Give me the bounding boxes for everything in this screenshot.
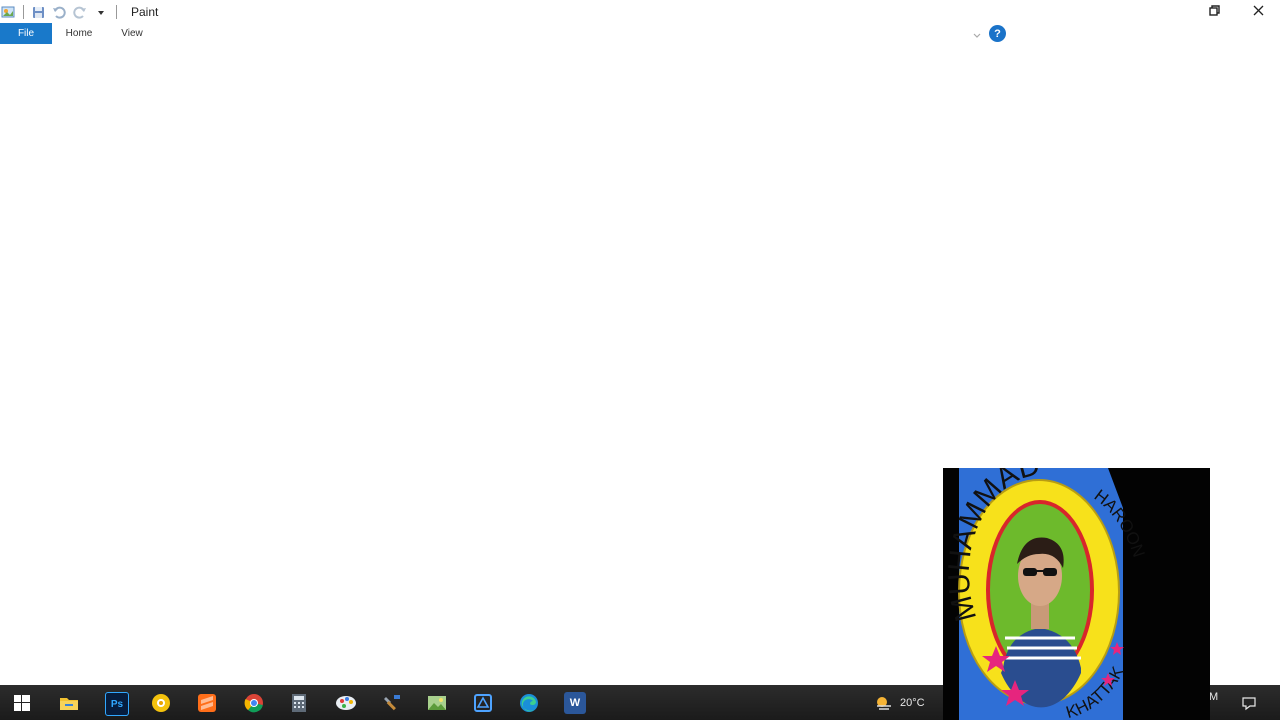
clock-partial: M <box>1209 690 1219 703</box>
weather-temperature: 20°C <box>900 696 925 709</box>
restore-button[interactable] <box>1192 0 1236 24</box>
title-separator <box>116 5 117 19</box>
ribbon: File Home View ? <box>0 23 1280 45</box>
calculator-icon[interactable] <box>288 692 310 714</box>
start-icon[interactable] <box>11 692 33 714</box>
image-viewer-icon[interactable] <box>426 692 448 714</box>
paint-app-icon[interactable] <box>0 4 16 20</box>
notification-icon[interactable] <box>1238 692 1260 714</box>
save-icon[interactable] <box>30 4 46 20</box>
minimize-ribbon-chevron-icon[interactable] <box>972 28 984 40</box>
screen: Paint File Home View ? Ps W 20°C M MUHAM… <box>0 0 1280 720</box>
weather-widget[interactable]: 20°C <box>874 685 925 720</box>
photoshop-icon[interactable]: Ps <box>105 692 129 716</box>
webcam-overlay: MUHAMMAD HAROON KHATTAK <box>943 468 1210 720</box>
tab-view[interactable]: View <box>112 23 152 44</box>
photoshop-label: Ps <box>110 698 124 710</box>
edge-icon[interactable] <box>518 692 540 714</box>
restore-icon <box>1208 3 1220 21</box>
chrome-icon[interactable] <box>243 692 265 714</box>
toolbar-separator <box>23 5 24 19</box>
word-icon[interactable]: W <box>564 692 586 714</box>
help-button[interactable]: ? <box>989 25 1006 42</box>
word-label: W <box>569 697 581 709</box>
tool-app-icon[interactable] <box>381 692 403 714</box>
window-title: Paint <box>131 5 159 19</box>
close-button[interactable] <box>1236 0 1280 24</box>
customize-dropdown-icon[interactable] <box>93 4 109 20</box>
window-controls <box>1192 0 1280 24</box>
close-icon <box>1253 3 1264 21</box>
quick-access-toolbar <box>0 0 123 24</box>
weather-icon <box>874 695 894 711</box>
redo-icon[interactable] <box>72 4 88 20</box>
tab-file[interactable]: File <box>0 23 52 44</box>
undo-icon[interactable] <box>51 4 67 20</box>
channel-logo-badge: MUHAMMAD HAROON KHATTAK <box>943 468 1148 720</box>
media-app-icon[interactable] <box>150 692 172 714</box>
file-explorer-icon[interactable] <box>58 692 80 714</box>
paint-app-icon[interactable] <box>335 692 357 714</box>
snipping-tool-icon[interactable] <box>472 692 494 714</box>
tab-home[interactable]: Home <box>58 23 100 44</box>
title-bar: Paint <box>0 0 1280 24</box>
sublime-text-icon[interactable] <box>196 692 218 714</box>
